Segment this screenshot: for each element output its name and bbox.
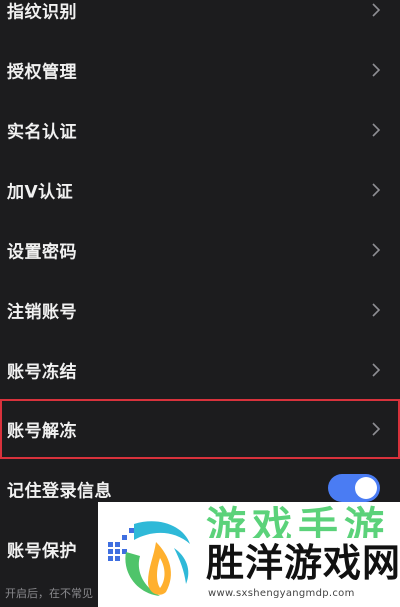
settings-item-label: 实名认证 [7,122,77,143]
settings-item-label: 记住登录信息 [7,481,112,502]
watermark-title: 胜洋游戏网 [206,541,400,585]
settings-item-verified-v[interactable]: 加V认证 [0,160,400,220]
toggle-knob [355,477,377,499]
settings-item-set-password[interactable]: 设置密码 [0,220,400,280]
settings-item-authorization[interactable]: 授权管理 [0,40,400,100]
settings-item-label: 设置密码 [7,242,77,263]
settings-item-delete-account[interactable]: 注销账号 [0,280,400,340]
settings-item-label: 账号保护 [7,541,77,562]
watermark-logo-icon [108,521,190,596]
settings-item-unfreeze-account[interactable]: 账号解冻 [0,399,400,459]
settings-item-realname[interactable]: 实名认证 [0,100,400,160]
chevron-right-icon [372,183,381,197]
chevron-right-icon [372,422,381,436]
settings-item-label: 注销账号 [7,302,77,323]
remember-login-toggle[interactable] [328,474,380,502]
settings-item-freeze-account[interactable]: 账号冻结 [0,340,400,400]
chevron-right-icon [372,303,381,317]
chevron-right-icon [372,63,381,77]
watermark-top-text: 游戏手游 [206,504,390,538]
settings-item-label: 加V认证 [7,182,74,203]
chevron-right-icon [372,243,381,257]
chevron-right-icon [372,363,381,377]
chevron-right-icon [372,3,381,17]
settings-item-label: 账号冻结 [7,362,77,383]
chevron-right-icon [372,123,381,137]
site-watermark: 游戏手游 胜洋游戏网 www.sxshengyangmdp.com [98,502,400,607]
settings-item-label: 指纹识别 [7,2,77,23]
watermark-url: www.sxshengyangmdp.com [208,588,355,599]
settings-item-fingerprint[interactable]: 指纹识别 [0,0,400,40]
account-protection-description: 开启后，在不常见 [5,587,93,600]
settings-item-label: 授权管理 [7,62,77,83]
settings-item-label: 账号解冻 [7,421,77,442]
